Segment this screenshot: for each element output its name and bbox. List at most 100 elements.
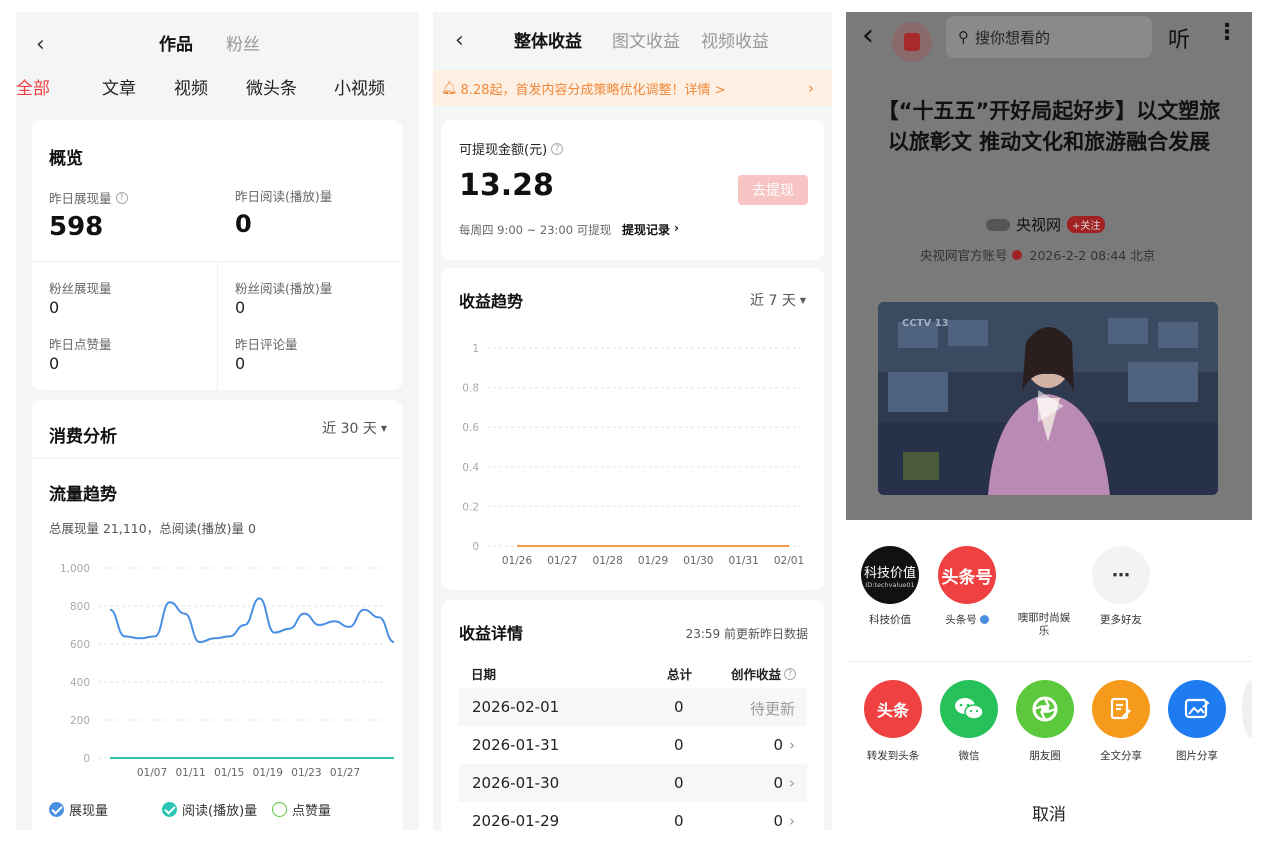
fan-impressions-value: 0: [49, 298, 60, 317]
back-arrow-icon[interactable]: ‹: [455, 28, 464, 53]
traffic-summary: 总展现量 21,110，总阅读(播放)量 0: [49, 521, 256, 536]
y-tick-label: 200: [70, 715, 90, 727]
policy-notice-banner[interactable]: 🔔︎ 8.28起，首发内容分成策略优化调整！详情 > ›: [433, 70, 832, 106]
chevron-right-icon: ›: [789, 774, 795, 792]
sub-tab-articles[interactable]: 文章: [102, 74, 136, 99]
avatar: 头条号: [938, 546, 996, 604]
trend-period-dropdown[interactable]: 近 7 天 ▼: [750, 290, 806, 310]
avatar-text: 科技价值: [863, 565, 916, 581]
y-tick-label: 800: [70, 601, 90, 613]
tab-fans[interactable]: 粉丝: [226, 30, 260, 55]
moments-icon: [1016, 680, 1074, 738]
follow-button[interactable]: +关注: [1067, 216, 1106, 233]
withdraw-record-link[interactable]: 提现记录 ›: [622, 221, 679, 238]
sub-tab-all[interactable]: 全部: [16, 74, 50, 99]
help-icon[interactable]: ?: [115, 191, 128, 204]
row-date: 2026-02-01: [472, 698, 560, 716]
video-thumbnail: CCTV 13: [878, 302, 1218, 495]
yesterday-impressions-label-text: 昨日展现量: [49, 191, 112, 206]
period-dropdown[interactable]: 近 30 天 ▼: [322, 418, 387, 438]
listen-button[interactable]: 听: [1168, 22, 1190, 54]
contact-toutiaohao[interactable]: 头条号 头条号: [931, 546, 1003, 627]
share-label: 朋友圈: [1029, 750, 1061, 762]
x-tick-label: 01/19: [253, 767, 283, 779]
tab-article-earnings[interactable]: 图文收益: [612, 27, 680, 52]
legend-impressions[interactable]: 展现量: [49, 800, 108, 819]
row-total: 0: [674, 736, 684, 754]
back-arrow-icon[interactable]: ‹: [862, 18, 874, 53]
mascot-icon[interactable]: [892, 22, 932, 62]
yesterday-reads-label: 昨日阅读(播放)量: [235, 189, 333, 204]
legend-likes[interactable]: 点赞量: [272, 800, 331, 819]
x-tick-label: 01/28: [593, 555, 623, 567]
yesterday-impressions-label: 昨日展现量 ?: [49, 188, 128, 207]
contact-name-row: 头条号: [931, 612, 1003, 627]
share-image[interactable]: 图片分享: [1160, 680, 1234, 763]
x-tick-label: 01/31: [729, 555, 759, 567]
help-icon[interactable]: ?: [551, 142, 564, 155]
fan-impressions-label: 粉丝展现量: [49, 281, 112, 296]
share-full-text[interactable]: 全文分享: [1084, 680, 1158, 763]
yesterday-likes-value: 0: [49, 354, 60, 373]
yesterday-comments-value: 0: [235, 354, 246, 373]
cancel-button[interactable]: 取消: [846, 800, 1252, 825]
overview-title: 概览: [49, 149, 83, 169]
table-row[interactable]: 2026-01-29 0 0 ›: [459, 802, 807, 830]
table-row[interactable]: 2026-01-31 0 0 ›: [459, 726, 807, 764]
video-player[interactable]: CCTV 13: [878, 302, 1218, 495]
y-tick-label: 0: [83, 753, 90, 765]
contact-fashion[interactable]: 噢耶时尚娱乐: [1008, 546, 1080, 638]
tab-video-earnings[interactable]: 视频收益: [701, 27, 769, 52]
earnings-trend-card: 收益趋势 近 7 天 ▼ 0 0.2 0.4 0.6 0.8 1 01/26 01/27 01/…: [441, 268, 824, 590]
dimmed-article-view[interactable]: ‹ ⚲ 搜你想看的 听 ⋮ 【“十五五”开好局起好步】以文塑旅 以旅彰文 推动文…: [846, 12, 1252, 520]
x-tick-label: 02/01: [774, 555, 804, 567]
yesterday-impressions-value: 598: [49, 212, 104, 242]
withdraw-card: 可提现金额(元) ? 13.28 去提现 每周四 9:00 ~ 23:00 可提…: [441, 120, 824, 260]
more-share-target-partial[interactable]: [1242, 680, 1252, 738]
y-tick-label: 600: [70, 639, 90, 651]
share-to-toutiao[interactable]: 头条 转发到头条: [856, 680, 930, 763]
meta-account: 央视网官方账号: [920, 248, 1008, 263]
tab-works[interactable]: 作品: [159, 30, 193, 55]
overview-card: 概览 昨日展现量 ? 598 昨日阅读(播放)量 0 粉丝展现量 0 粉丝阅读(…: [32, 120, 403, 390]
divider: [32, 458, 403, 459]
row-total: 0: [674, 698, 684, 716]
table-row[interactable]: 2026-02-01 0 待更新: [459, 688, 807, 726]
share-to-wechat[interactable]: 微信: [932, 680, 1006, 763]
sub-tab-micro-posts[interactable]: 微头条: [246, 74, 297, 99]
y-tick-label: 0.6: [462, 422, 479, 434]
search-input[interactable]: ⚲ 搜你想看的: [946, 16, 1152, 58]
y-tick-label: 0: [472, 541, 479, 553]
meta-time: 2026-2-2 08:44 北京: [1029, 248, 1156, 263]
withdraw-button[interactable]: 去提现: [738, 175, 808, 205]
toutiao-icon: 头条: [864, 680, 922, 738]
sub-tab-videos[interactable]: 视频: [174, 74, 208, 99]
author-row[interactable]: 央视网 +关注: [986, 214, 1106, 235]
share-label: 转发到头条: [866, 750, 920, 762]
share-label: 图片分享: [1176, 750, 1218, 762]
contact-keji[interactable]: 科技价值 ID:techvalue01 科技价值: [854, 546, 926, 627]
legend-reads[interactable]: 阅读(播放)量: [162, 800, 257, 819]
legend-impressions-label: 展现量: [69, 804, 109, 819]
series-line-0: [109, 597, 395, 644]
tab-overall-earnings[interactable]: 整体收益: [514, 27, 582, 52]
checkbox-checked-icon: [162, 802, 177, 817]
legend-likes-label: 点赞量: [292, 804, 332, 819]
row-creation: 0: [773, 774, 783, 792]
back-arrow-icon[interactable]: ‹: [36, 32, 45, 57]
more-friends-button[interactable]: ⋯ 更多好友: [1085, 546, 1157, 627]
row-creation: 待更新: [749, 700, 795, 718]
more-menu-icon[interactable]: ⋮: [1216, 20, 1238, 45]
row-total: 0: [674, 812, 684, 830]
verified-badge-icon: [1011, 249, 1022, 260]
withdraw-schedule: 每周四 9:00 ~ 23:00 可提现: [459, 223, 612, 237]
yesterday-comments-label: 昨日评论量: [235, 337, 298, 352]
divider: [846, 661, 1252, 662]
bell-icon: 🔔︎: [441, 80, 458, 96]
table-row[interactable]: 2026-01-30 0 0 ›: [459, 764, 807, 802]
help-icon[interactable]: ?: [784, 667, 797, 680]
share-to-moments[interactable]: 朋友圈: [1008, 680, 1082, 763]
creator-analytics-panel: ‹ 作品 粉丝 全部 文章 视频 微头条 小视频 概览 昨日展现量 ? 598 …: [16, 12, 419, 830]
sub-tab-short-videos[interactable]: 小视频: [334, 74, 385, 99]
avatar-id: ID:techvalue01: [865, 580, 915, 589]
